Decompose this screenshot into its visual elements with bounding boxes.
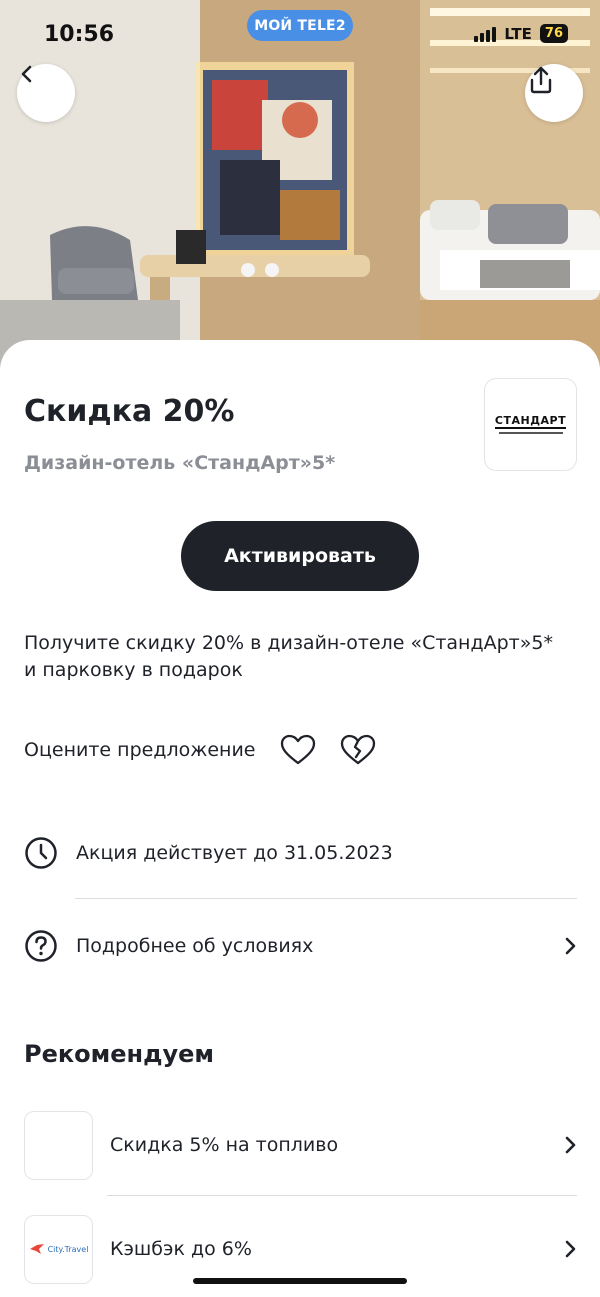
partner-logo: СТАНДАРТ	[484, 378, 577, 471]
recommend-item-cashback[interactable]: City.Travel Кэшбэк до 6%	[24, 1214, 577, 1284]
operator-pill[interactable]: МОЙ TELE2	[247, 10, 353, 41]
clock-icon	[24, 836, 58, 870]
partner-logo-text: СТАНДАРТ	[494, 414, 567, 429]
share-button[interactable]	[525, 64, 583, 122]
offer-description: Получите скидку 20% в дизайн-отеле «Стан…	[24, 632, 553, 681]
recommend-title: Рекомендуем	[24, 1040, 215, 1068]
back-button[interactable]	[17, 64, 75, 122]
rating-label: Оцените предложение	[24, 739, 256, 761]
conditions-row[interactable]: Подробнее об условиях	[24, 916, 577, 976]
validity-row: Акция действует до 31.05.2023	[24, 823, 577, 883]
battery-icon: 76	[539, 24, 568, 43]
conditions-text: Подробнее об условиях	[76, 935, 314, 957]
signal-icon	[474, 26, 497, 42]
home-indicator[interactable]	[193, 1278, 407, 1284]
chevron-right-icon	[557, 1135, 577, 1155]
recommend-label: Кэшбэк до 6%	[110, 1238, 252, 1260]
question-icon	[24, 929, 58, 963]
broken-heart-icon[interactable]	[340, 734, 376, 766]
chevron-right-icon	[557, 1239, 577, 1259]
divider	[107, 1195, 577, 1196]
offer-title: Скидка 20%	[24, 394, 235, 429]
city-travel-logo-text: City.Travel	[47, 1244, 89, 1254]
rating-row: Оцените предложение	[24, 730, 376, 770]
city-travel-logo: City.Travel	[29, 1243, 89, 1255]
recommend-thumb	[24, 1110, 93, 1180]
recommend-item-fuel[interactable]: Скидка 5% на топливо	[24, 1110, 577, 1180]
hero-image: 10:56 МОЙ TELE2 LTE 76	[0, 0, 600, 370]
chevron-right-icon	[557, 936, 577, 956]
recommend-thumb: City.Travel	[24, 1214, 93, 1284]
validity-text: Акция действует до 31.05.2023	[76, 842, 393, 864]
divider	[75, 898, 577, 899]
status-time: 10:56	[44, 22, 115, 47]
network-label: LTE	[504, 24, 532, 43]
recommend-label: Скидка 5% на топливо	[110, 1134, 339, 1156]
partner-name: Дизайн-отель «СтандАрт»5*	[24, 452, 336, 474]
offer-sheet: Скидка 20% Дизайн-отель «СтандАрт»5* СТА…	[0, 340, 600, 1297]
heart-icon[interactable]	[280, 734, 316, 766]
hotel-room-photo	[0, 0, 600, 370]
status-indicators: LTE 76	[474, 24, 568, 43]
activate-button[interactable]: Активировать	[181, 521, 419, 591]
